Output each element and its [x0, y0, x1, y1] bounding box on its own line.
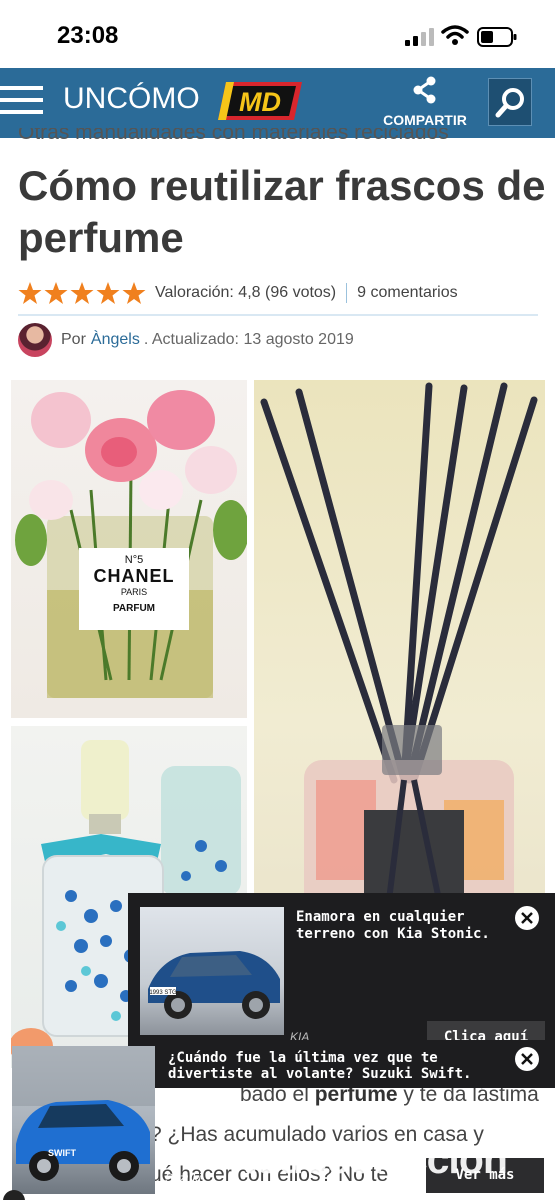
battery-icon	[477, 27, 517, 47]
rating-row: Valoración: 4,8 (96 votos) 9 comentarios	[18, 280, 538, 306]
label-number: N°5	[124, 554, 144, 566]
star-icon	[18, 282, 42, 304]
home-indicator[interactable]	[190, 1186, 368, 1191]
suzuki-car-image: SWIFT	[12, 1046, 155, 1194]
car-badge-text: SWIFT	[48, 1148, 76, 1158]
watermark-text: todocoleccion	[242, 1136, 508, 1182]
md-partner-logo[interactable]: MD	[218, 80, 302, 122]
close-icon	[521, 912, 533, 924]
flower-vase-image: N°5 CHANEL PARIS PARFUM	[11, 380, 247, 718]
license-plate: 1993 STG	[149, 990, 177, 996]
suzuki-ad-title[interactable]: ¿Cuándo fue la última vez que te diverti…	[168, 1050, 508, 1082]
suzuki-ad-brand: Suzuki	[165, 1171, 202, 1185]
author-link[interactable]: Àngels	[91, 331, 140, 349]
author-avatar[interactable]	[18, 323, 52, 357]
star-icon	[70, 282, 94, 304]
breadcrumb-label: Otras manualidades con materiales recicl…	[18, 128, 449, 144]
comments-link[interactable]: 9 comentarios	[357, 284, 458, 302]
author-row: Por Àngels . Actualizado: 13 agosto 2019	[18, 322, 354, 358]
updated-date: . Actualizado: 13 agosto 2019	[143, 331, 354, 348]
page-title: Cómo reutilizar frascos de perfume	[18, 162, 546, 261]
share-button[interactable]: COMPARTIR	[378, 76, 472, 134]
label-brand: CHANEL	[93, 566, 175, 586]
by-label: Por	[61, 331, 86, 348]
search-icon	[495, 88, 524, 118]
kia-car-image: 1993 STG	[140, 907, 284, 1035]
star-rating[interactable]	[18, 281, 146, 305]
cellular-signal-icon	[405, 28, 434, 46]
wifi-icon	[441, 25, 469, 45]
breadcrumb[interactable]: Otras manualidades con materiales recicl…	[18, 128, 449, 150]
label-city: PARIS	[120, 587, 148, 597]
share-icon	[413, 76, 436, 104]
close-ad-button[interactable]	[515, 906, 539, 930]
rating-text: Valoración: 4,8 (96 votos)	[155, 284, 337, 301]
suzuki-car-illustration: SWIFT	[12, 1046, 155, 1181]
status-time: 23:08	[57, 22, 119, 49]
share-label: COMPARTIR	[383, 112, 467, 128]
status-bar: 23:08	[0, 0, 555, 68]
close-ad-button[interactable]	[515, 1047, 539, 1071]
close-icon	[521, 1053, 533, 1065]
header-divider	[18, 314, 538, 316]
hamburger-menu-icon[interactable]	[0, 86, 44, 118]
rating-divider	[346, 283, 348, 303]
star-icon	[122, 282, 146, 304]
label-type: PARFUM	[112, 603, 156, 614]
star-icon	[96, 282, 120, 304]
kia-ad[interactable]: 1993 STG Enamora en cualquier terreno co…	[128, 893, 555, 1053]
star-icon	[44, 282, 68, 304]
site-logo[interactable]: UNCÓMO	[63, 82, 200, 116]
kia-ad-title[interactable]: Enamora en cualquier terreno con Kia Sto…	[296, 909, 516, 943]
md-logo-text: MD	[239, 87, 281, 117]
chanel-label: N°5 CHANEL PARIS PARFUM	[79, 548, 189, 630]
kia-car-illustration: 1993 STG	[148, 951, 280, 1019]
search-button[interactable]	[488, 78, 532, 126]
